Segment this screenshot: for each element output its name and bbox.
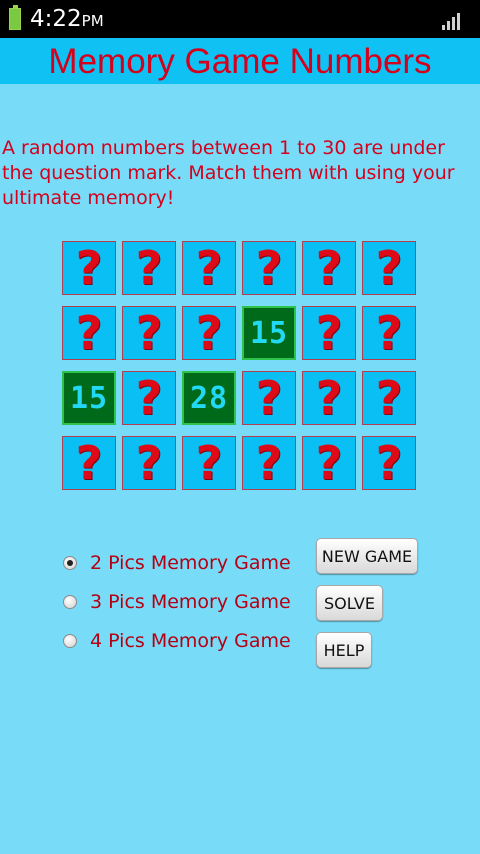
radio-label: 4 Pics Memory Game (90, 630, 291, 652)
question-mark-icon: ? (255, 241, 283, 295)
status-clock: 4:22PM (30, 6, 104, 34)
game-description: A random numbers between 1 to 30 are und… (2, 137, 455, 209)
question-mark-icon: ? (135, 241, 163, 295)
question-mark-icon: ? (315, 241, 343, 295)
hidden-tile[interactable]: ? (362, 371, 416, 425)
question-mark-icon: ? (315, 306, 343, 360)
new-game-button[interactable]: NEW GAME (316, 538, 418, 574)
question-mark-icon: ? (255, 436, 283, 490)
hidden-tile[interactable]: ? (62, 241, 116, 295)
hidden-tile[interactable]: ? (362, 241, 416, 295)
revealed-tile[interactable]: 28 (182, 371, 236, 425)
battery-icon (9, 5, 21, 30)
radio-button-icon[interactable] (63, 634, 77, 648)
question-mark-icon: ? (195, 241, 223, 295)
solve-button[interactable]: SOLVE (316, 585, 383, 621)
question-mark-icon: ? (75, 241, 103, 295)
hidden-tile[interactable]: ? (242, 436, 296, 490)
question-mark-icon: ? (375, 241, 403, 295)
signal-icon (442, 10, 464, 30)
game-board: ????????? 15?? 15? 28????????? (62, 241, 418, 493)
question-mark-icon: ? (135, 371, 163, 425)
hidden-tile[interactable]: ? (182, 241, 236, 295)
radio-3-pics[interactable]: 3 Pics Memory Game (63, 589, 291, 615)
radio-label: 2 Pics Memory Game (90, 552, 291, 574)
hidden-tile[interactable]: ? (122, 306, 176, 360)
hidden-tile[interactable]: ? (302, 371, 356, 425)
question-mark-icon: ? (195, 436, 223, 490)
question-mark-icon: ? (255, 371, 283, 425)
hidden-tile[interactable]: ? (62, 436, 116, 490)
status-bar: 4:22PM (0, 0, 480, 38)
radio-button-icon[interactable] (63, 556, 77, 570)
hidden-tile[interactable]: ? (122, 436, 176, 490)
page-title: Memory Game Numbers (48, 42, 432, 81)
question-mark-icon: ? (75, 436, 103, 490)
radio-4-pics[interactable]: 4 Pics Memory Game (63, 628, 291, 654)
question-mark-icon: ? (375, 306, 403, 360)
tile-number: 15 (249, 315, 289, 351)
hidden-tile[interactable]: ? (242, 371, 296, 425)
hidden-tile[interactable]: ? (182, 436, 236, 490)
hidden-tile[interactable]: ? (302, 436, 356, 490)
question-mark-icon: ? (315, 371, 343, 425)
question-mark-icon: ? (135, 306, 163, 360)
hidden-tile[interactable]: ? (122, 241, 176, 295)
revealed-tile[interactable]: 15 (62, 371, 116, 425)
hidden-tile[interactable]: ? (302, 306, 356, 360)
tile-number: 28 (189, 380, 229, 416)
hidden-tile[interactable]: ? (62, 306, 116, 360)
hidden-tile[interactable]: ? (122, 371, 176, 425)
radio-label: 3 Pics Memory Game (90, 591, 291, 613)
hidden-tile[interactable]: ? (362, 436, 416, 490)
hidden-tile[interactable]: ? (242, 241, 296, 295)
radio-2-pics[interactable]: 2 Pics Memory Game (63, 550, 291, 576)
question-mark-icon: ? (195, 306, 223, 360)
question-mark-icon: ? (375, 436, 403, 490)
revealed-tile[interactable]: 15 (242, 306, 296, 360)
radio-button-icon[interactable] (63, 595, 77, 609)
hidden-tile[interactable]: ? (182, 306, 236, 360)
hidden-tile[interactable]: ? (362, 306, 416, 360)
help-button[interactable]: HELP (316, 632, 372, 668)
tile-number: 15 (69, 380, 109, 416)
question-mark-icon: ? (75, 306, 103, 360)
question-mark-icon: ? (135, 436, 163, 490)
question-mark-icon: ? (315, 436, 343, 490)
title-bar: Memory Game Numbers (0, 38, 480, 84)
status-ampm: PM (81, 12, 104, 30)
question-mark-icon: ? (375, 371, 403, 425)
hidden-tile[interactable]: ? (302, 241, 356, 295)
status-time: 4:22 (30, 6, 82, 32)
